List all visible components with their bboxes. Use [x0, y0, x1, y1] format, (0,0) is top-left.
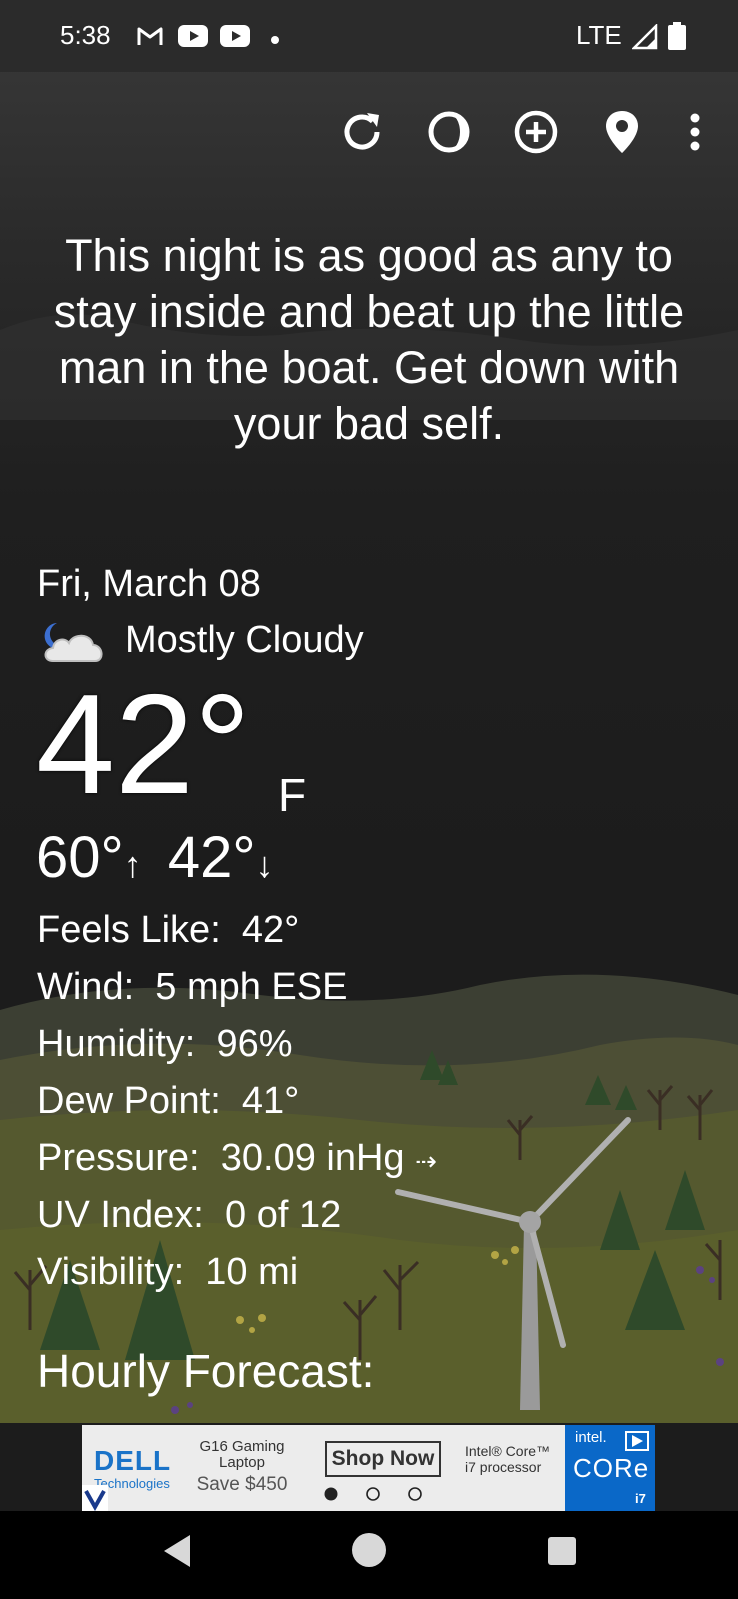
intel-core-text: CORe — [573, 1453, 650, 1483]
high-arrow: ↑ — [123, 844, 142, 885]
ad-banner[interactable]: DELL Technologies G16 Gaming Laptop Save… — [82, 1425, 655, 1511]
detail-label: Feels Like: — [37, 909, 221, 951]
detail-label: UV Index: — [37, 1194, 204, 1236]
youtube-icon — [178, 24, 208, 53]
network-type: LTE — [576, 20, 622, 50]
detail-value: 30.09 inHg — [220, 1137, 405, 1179]
navigation-bar — [0, 1511, 738, 1599]
recents-icon — [548, 1537, 576, 1565]
visibility-row: Visibility: 10 mi — [37, 1251, 298, 1294]
battery-icon — [668, 22, 686, 55]
back-button[interactable] — [158, 1529, 202, 1573]
shop-now-button[interactable]: Shop Now — [325, 1441, 441, 1477]
intel-tier: i7 — [635, 1491, 646, 1506]
pressure-trend-icon: ⇢ — [415, 1146, 437, 1176]
dell-logo: DELL — [94, 1445, 172, 1476]
temperature-unit: F — [278, 769, 307, 821]
intel-logo: intel. — [575, 1429, 607, 1446]
weather-condition: Mostly Cloudy — [125, 619, 364, 661]
low-arrow: ↓ — [255, 844, 274, 885]
dot-icon — [270, 32, 280, 50]
add-location-button[interactable] — [504, 100, 568, 164]
weather-message: This night is as good as any to stay ins… — [53, 230, 685, 449]
wind-row: Wind: 5 mph ESE — [37, 966, 347, 1009]
more-options-button[interactable] — [670, 100, 720, 164]
carousel-dots — [322, 1485, 427, 1503]
high-temp: 60° — [36, 825, 124, 890]
low-temp: 42° — [167, 825, 256, 890]
hourly-forecast-heading: Hourly Forecast: — [37, 1345, 375, 1397]
refresh-icon — [344, 113, 380, 150]
detail-value: 41° — [241, 1080, 300, 1122]
dew-point-row: Dew Point: 41° — [37, 1080, 299, 1123]
refresh-button[interactable] — [330, 100, 394, 164]
detail-label: Dew Point: — [37, 1080, 221, 1122]
status-bar: 5:38 LTE — [0, 0, 738, 72]
detail-label: Pressure: — [37, 1137, 200, 1179]
home-icon — [352, 1533, 386, 1567]
home-button[interactable] — [347, 1528, 391, 1572]
youtube-icon — [220, 24, 250, 53]
detail-value: 5 mph ESE — [155, 966, 348, 1008]
back-icon — [164, 1535, 190, 1567]
feels-like-row: Feels Like: 42° — [37, 909, 299, 952]
forecast-date: Fri, March 08 — [37, 563, 261, 605]
detail-label: Wind: — [37, 966, 135, 1008]
location-pin-icon — [606, 111, 638, 153]
ad-processor: Intel® Core™ i7 processor — [465, 1443, 551, 1475]
detail-value: 42° — [241, 909, 300, 951]
pressure-row: Pressure: 30.09 inHg ⇢ — [37, 1137, 437, 1180]
high-low-row: 60°↑ 42°↓ — [36, 826, 274, 897]
location-button[interactable] — [590, 100, 654, 164]
detail-value: 10 mi — [205, 1251, 299, 1293]
add-location-icon — [514, 110, 558, 154]
detail-label: Visibility: — [37, 1251, 185, 1293]
intel-core-badge: intel. CORe i7 — [565, 1425, 655, 1511]
status-time: 5:38 — [60, 20, 111, 50]
detail-label: Humidity: — [37, 1023, 196, 1065]
detail-value: 96% — [216, 1023, 293, 1065]
more-vert-icon — [690, 113, 700, 151]
humidity-row: Humidity: 96% — [37, 1023, 293, 1066]
uv-index-row: UV Index: 0 of 12 — [37, 1194, 341, 1237]
gmail-icon — [136, 24, 164, 53]
recents-button[interactable] — [540, 1529, 584, 1573]
intel-arrow-icon — [625, 1431, 649, 1451]
night-cloudy-icon — [37, 617, 109, 672]
moon-phase-button[interactable] — [417, 100, 481, 164]
ad-choices-icon[interactable] — [82, 1485, 108, 1511]
current-temperature: 42° — [36, 665, 251, 824]
ad-offer: Save $450 — [196, 1474, 288, 1495]
ad-product: G16 Gaming Laptop — [199, 1438, 285, 1471]
signal-icon — [630, 22, 658, 55]
moon-phase-icon — [428, 111, 470, 153]
detail-value: 0 of 12 — [225, 1194, 342, 1236]
